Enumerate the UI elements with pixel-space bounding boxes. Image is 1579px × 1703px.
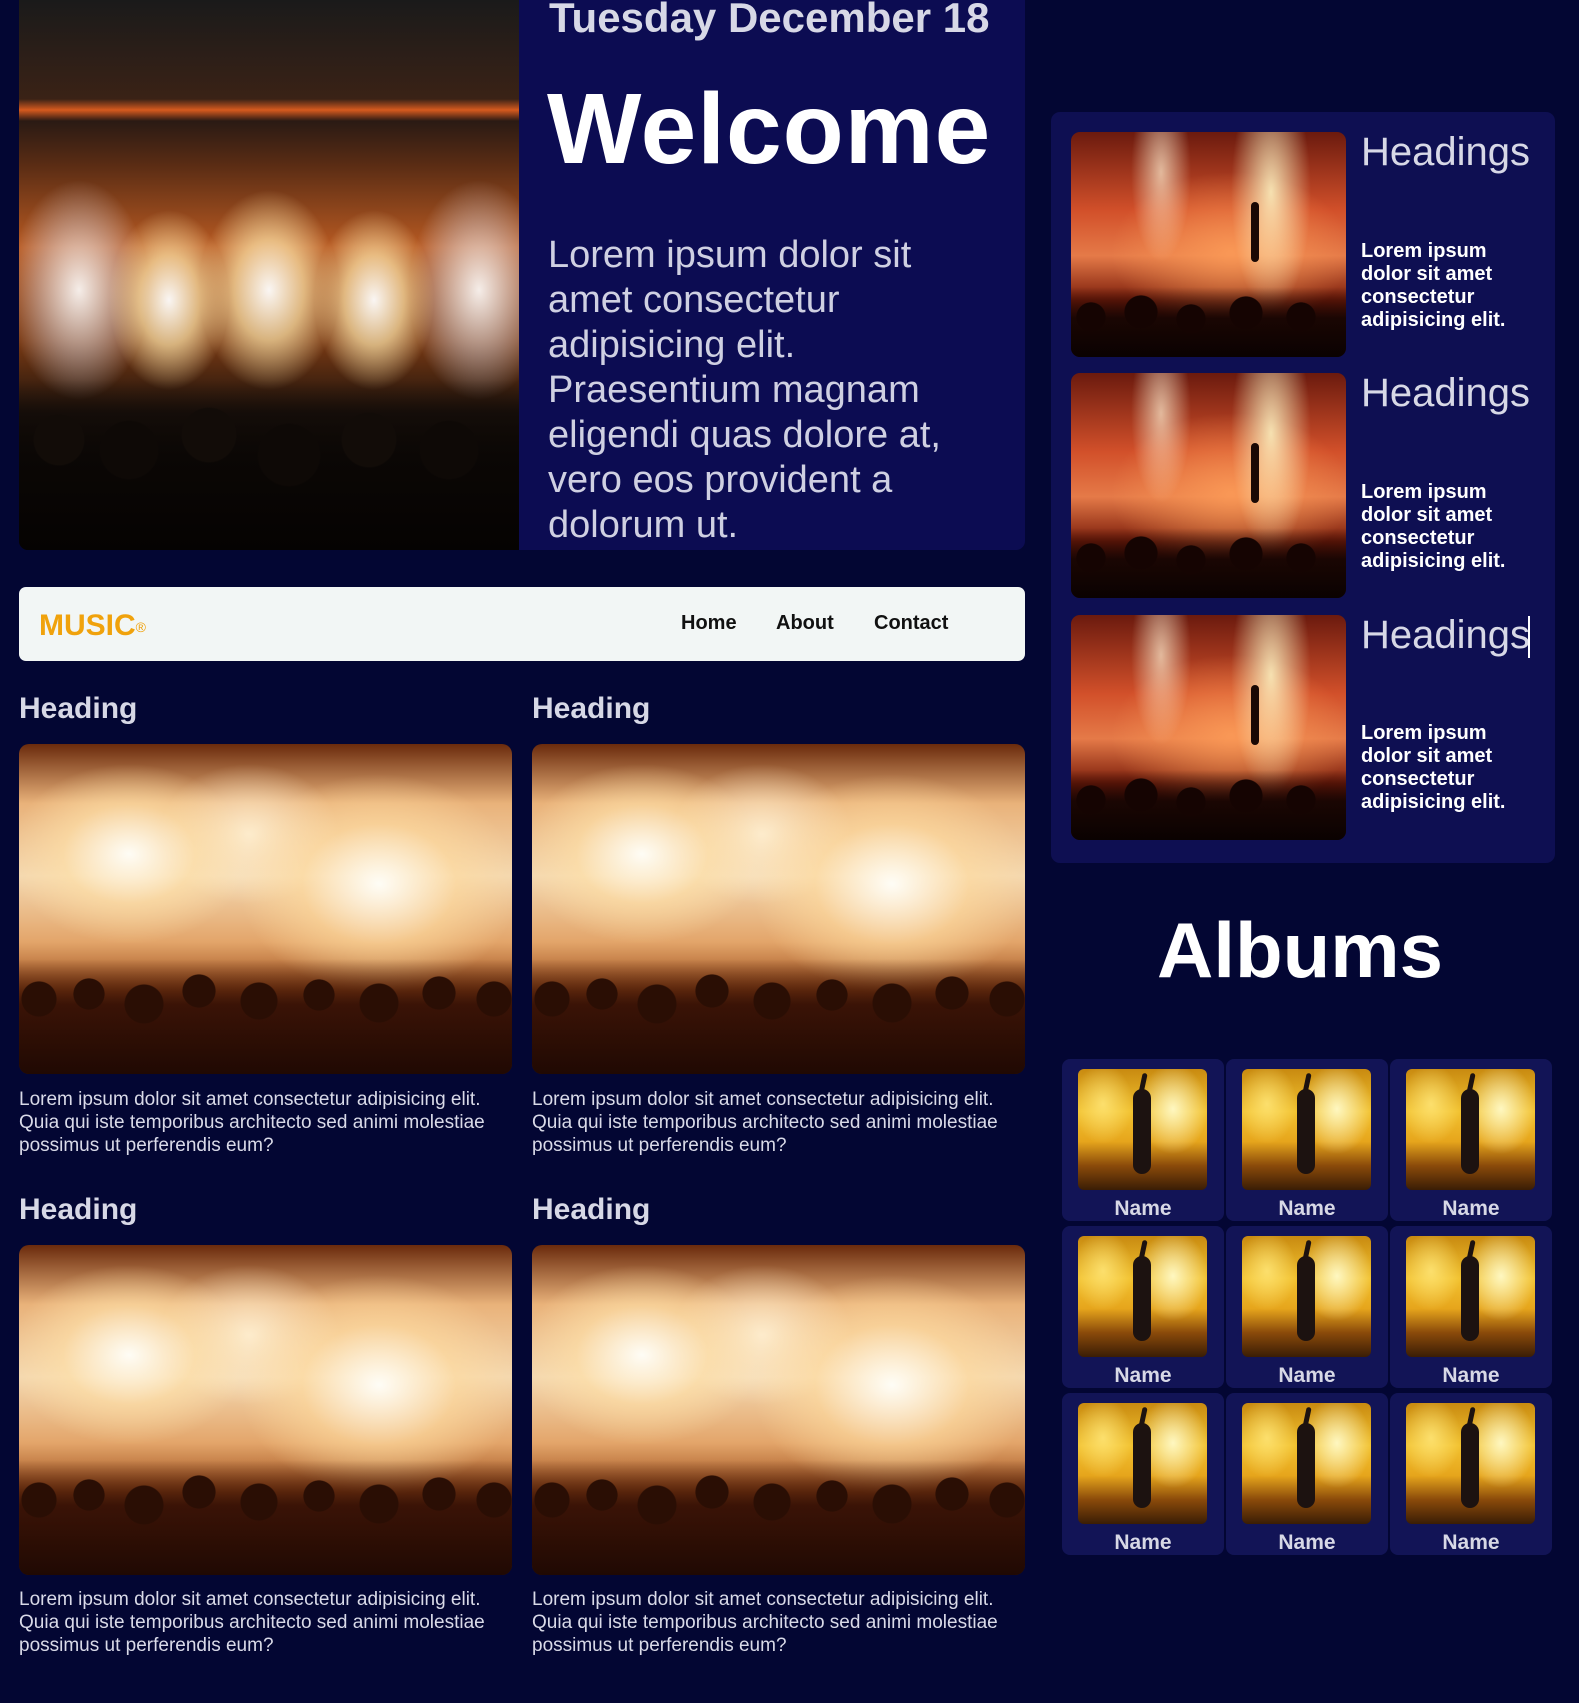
hero-concert-image [19, 0, 519, 550]
card-concert-image [19, 1245, 512, 1575]
sidebar-heading: Headings [1361, 130, 1531, 174]
album-cover-image [1406, 1236, 1535, 1357]
hero-section: Tuesday December 18 Welcome Lorem ipsum … [19, 0, 1025, 550]
nav-link-home[interactable]: Home [681, 612, 737, 635]
sidebar-crowd-silhouette [1071, 528, 1346, 598]
brand-logo[interactable]: MUSIC® [39, 609, 146, 643]
hero-text: Lorem ipsum dolor sit amet consectetur a… [548, 234, 941, 546]
card-heading: Heading [532, 1193, 651, 1226]
album-cover-image [1242, 1236, 1371, 1357]
album-card[interactable]: Name [1226, 1226, 1388, 1388]
album-card[interactable]: Name [1226, 1393, 1388, 1555]
album-name: Name [1114, 1197, 1172, 1220]
performer-silhouette [1251, 685, 1259, 745]
navbar: MUSIC® Home About Contact [19, 587, 1025, 661]
album-card[interactable]: Name [1062, 1226, 1224, 1388]
sidebar-concert-image [1071, 132, 1346, 357]
album-cover-image [1406, 1403, 1535, 1524]
card-crowd-silhouette [19, 959, 512, 1074]
album-card[interactable]: Name [1062, 1393, 1224, 1555]
hero-crowd-silhouette [19, 380, 519, 550]
album-cover-image [1242, 1069, 1371, 1190]
album-name: Name [1442, 1531, 1500, 1554]
card-text: Lorem ipsum dolor sit amet consectetur a… [19, 1589, 485, 1656]
sidebar-concert-image [1071, 615, 1346, 840]
card-crowd-silhouette [532, 1460, 1025, 1575]
card-heading: Heading [19, 1193, 138, 1226]
guitarist-silhouette [1461, 1256, 1479, 1341]
card-text: Lorem ipsum dolor sit amet consectetur a… [532, 1089, 998, 1156]
performer-silhouette [1251, 443, 1259, 503]
guitarist-silhouette [1461, 1423, 1479, 1508]
album-name: Name [1278, 1531, 1336, 1554]
guitarist-silhouette [1133, 1256, 1151, 1341]
album-card[interactable]: Name [1390, 1393, 1552, 1555]
album-card[interactable]: Name [1226, 1059, 1388, 1221]
hero-title: Welcome [547, 73, 992, 185]
sidebar-heading: Headings [1361, 371, 1531, 415]
sidebar-crowd-silhouette [1071, 770, 1346, 840]
albums-title: Albums [1156, 906, 1444, 994]
guitarist-silhouette [1461, 1089, 1479, 1174]
performer-silhouette [1251, 202, 1259, 262]
album-name: Name [1278, 1197, 1336, 1220]
card-text: Lorem ipsum dolor sit amet consectetur a… [19, 1089, 485, 1156]
album-name: Name [1278, 1364, 1336, 1387]
brand-name: MUSIC [39, 609, 136, 642]
sidebar-crowd-silhouette [1071, 287, 1346, 357]
nav-link-contact[interactable]: Contact [874, 612, 948, 635]
card-concert-image [532, 1245, 1025, 1575]
album-card[interactable]: Name [1062, 1059, 1224, 1221]
card-heading: Heading [19, 692, 138, 725]
album-cover-image [1406, 1069, 1535, 1190]
guitarist-silhouette [1297, 1423, 1315, 1508]
sidebar-heading: Headings [1361, 613, 1531, 657]
card-heading: Heading [532, 692, 651, 725]
card-concert-image [19, 744, 512, 1074]
sidebar-text: Lorem ipsum dolor sit amet consectetur a… [1361, 481, 1506, 572]
card-concert-image [532, 744, 1025, 1074]
album-name: Name [1442, 1364, 1500, 1387]
card-text: Lorem ipsum dolor sit amet consectetur a… [532, 1589, 998, 1656]
guitarist-silhouette [1133, 1423, 1151, 1508]
album-name: Name [1114, 1364, 1172, 1387]
album-card[interactable]: Name [1390, 1059, 1552, 1221]
text-cursor [1528, 616, 1530, 658]
hero-date: Tuesday December 18 [549, 0, 990, 41]
sidebar-text: Lorem ipsum dolor sit amet consectetur a… [1361, 722, 1506, 813]
album-cover-image [1078, 1403, 1207, 1524]
sidebar-text: Lorem ipsum dolor sit amet consectetur a… [1361, 240, 1506, 331]
album-cover-image [1078, 1236, 1207, 1357]
card-crowd-silhouette [532, 959, 1025, 1074]
nav-link-about[interactable]: About [776, 612, 834, 635]
album-cover-image [1078, 1069, 1207, 1190]
guitarist-silhouette [1297, 1256, 1315, 1341]
registered-mark: ® [135, 619, 146, 636]
sidebar-concert-image [1071, 373, 1346, 598]
album-name: Name [1442, 1197, 1500, 1220]
guitarist-silhouette [1297, 1089, 1315, 1174]
album-name: Name [1114, 1531, 1172, 1554]
album-card[interactable]: Name [1390, 1226, 1552, 1388]
card-crowd-silhouette [19, 1460, 512, 1575]
guitarist-silhouette [1133, 1089, 1151, 1174]
album-cover-image [1242, 1403, 1371, 1524]
